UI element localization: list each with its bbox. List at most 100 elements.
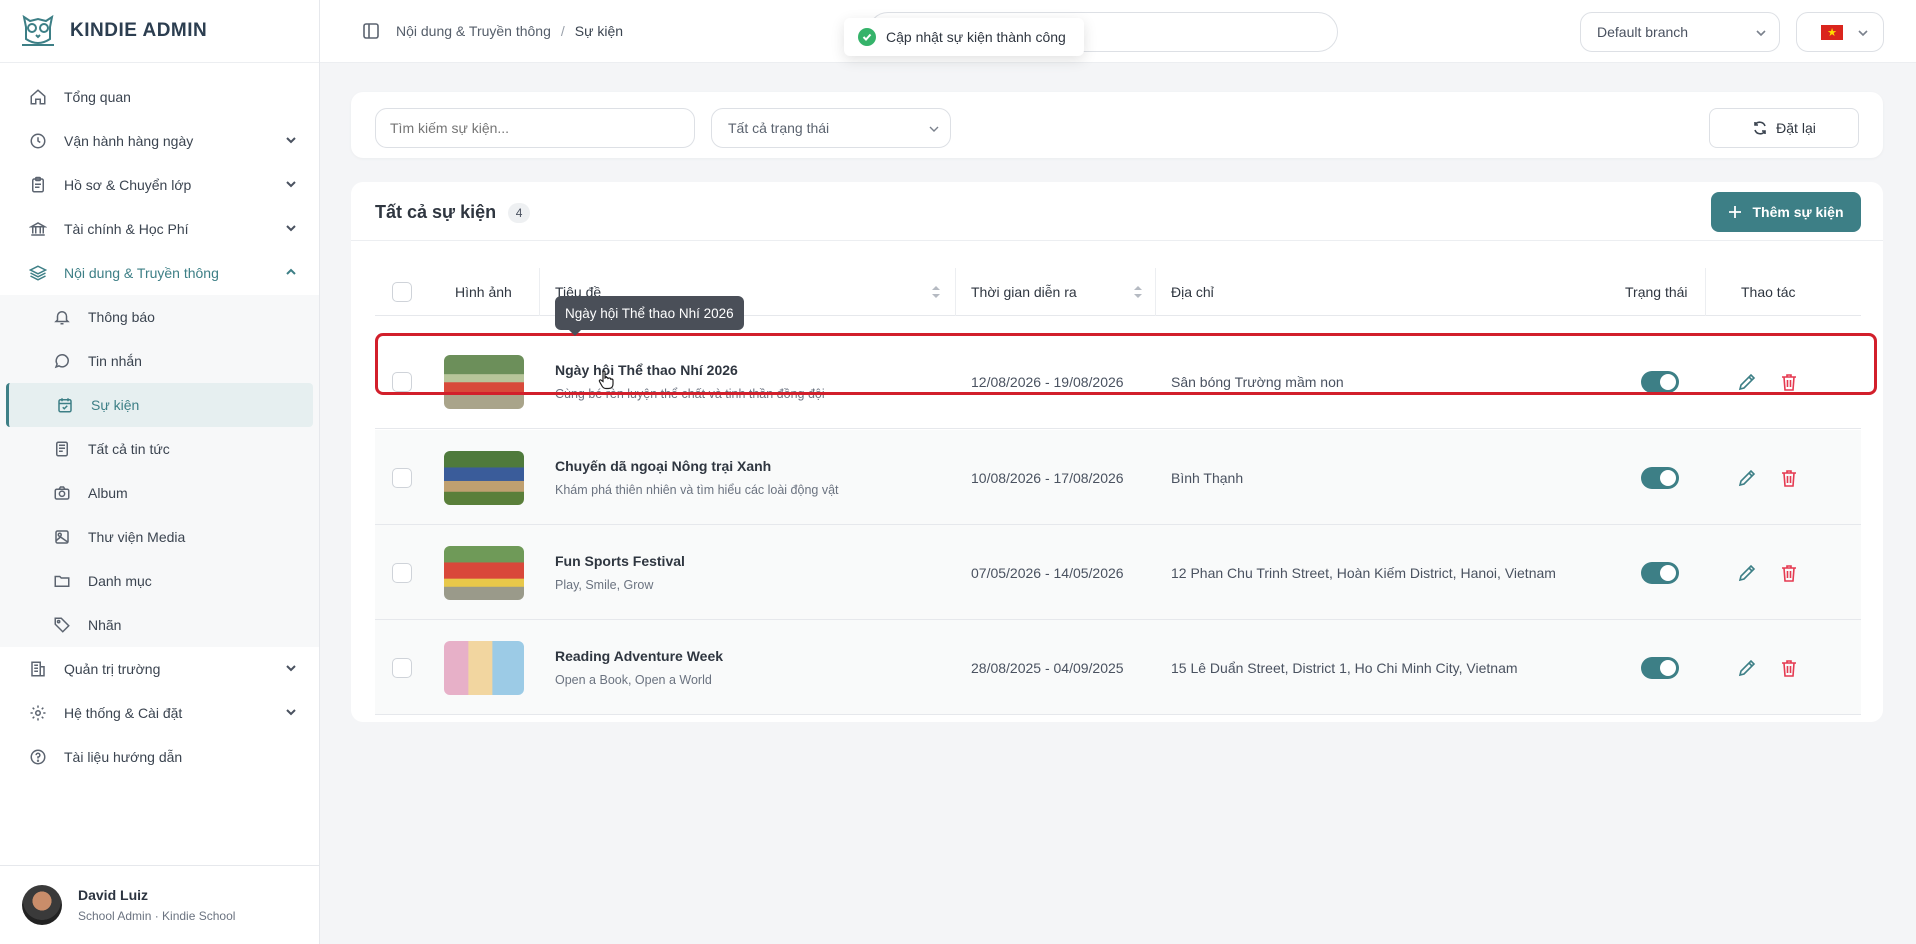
event-title[interactable]: Chuyến dã ngoại Nông trại Xanh — [555, 458, 771, 474]
trash-icon[interactable] — [1779, 468, 1799, 488]
brand[interactable]: KINDIE ADMIN — [0, 0, 319, 63]
sidebar-item-label: Album — [88, 485, 128, 501]
row-checkbox[interactable] — [392, 657, 412, 678]
trash-icon[interactable] — [1779, 658, 1799, 678]
select-all-checkbox[interactable] — [392, 282, 412, 302]
sidebar-item-label: Thông báo — [88, 309, 155, 325]
sidebar-item-daily-ops[interactable]: Vận hành hàng ngày — [0, 119, 319, 163]
status-toggle[interactable] — [1641, 466, 1679, 489]
chevron-down-icon — [286, 181, 296, 188]
sidebar-item-label: Sự kiện — [91, 397, 140, 413]
event-address: 12 Phan Chu Trinh Street, Hoàn Kiếm Dist… — [1171, 564, 1556, 581]
column-address: Địa chỉ — [1171, 284, 1214, 300]
trash-icon[interactable] — [1779, 563, 1799, 583]
event-time: 10/08/2026 - 17/08/2026 — [971, 469, 1124, 486]
user-profile[interactable]: David Luiz School Admin · Kindie School — [0, 865, 319, 944]
column-time[interactable]: Thời gian diễn ra — [971, 268, 1143, 316]
help-icon — [28, 747, 48, 767]
status-toggle[interactable] — [1641, 656, 1679, 679]
table-row[interactable]: Reading Adventure Week Open a Book, Open… — [375, 620, 1861, 715]
event-title[interactable]: Fun Sports Festival — [555, 553, 685, 569]
sidebar-item-label: Tin nhắn — [88, 353, 142, 369]
sidebar-item-media-library[interactable]: Thư viện Media — [0, 515, 319, 559]
sidebar-item-categories[interactable]: Danh mục — [0, 559, 319, 603]
filter-bar: Tất cả trạng thái Đặt lại — [351, 92, 1883, 158]
hand-cursor-icon — [598, 370, 614, 390]
edit-icon[interactable] — [1737, 658, 1757, 678]
language-select[interactable]: ★ — [1796, 12, 1884, 52]
clipboard-icon — [28, 175, 48, 195]
sidebar-item-label: Tổng quan — [64, 89, 131, 105]
event-thumbnail — [444, 545, 524, 600]
clock-icon — [28, 131, 48, 151]
reset-button-label: Đặt lại — [1776, 120, 1816, 136]
event-thumbnail — [444, 450, 524, 505]
list-title: Tất cả sự kiện — [375, 202, 497, 222]
sidebar-item-notifications[interactable]: Thông báo — [0, 295, 319, 339]
table-row[interactable]: Fun Sports Festival Play, Smile, Grow 07… — [375, 525, 1861, 620]
event-search-input[interactable] — [375, 108, 695, 148]
sidebar-item-all-news[interactable]: Tất cả tin tức — [0, 427, 319, 471]
row-checkbox[interactable] — [392, 467, 412, 488]
list-header: Tất cả sự kiện 4 — [375, 202, 531, 223]
sidebar-item-label: Quản trị trường — [64, 661, 161, 677]
sidebar-item-content[interactable]: Nội dung & Truyền thông — [0, 251, 319, 295]
sidebar-item-label: Tài chính & Học Phí — [64, 221, 189, 237]
sidebar-item-records[interactable]: Hồ sơ & Chuyển lớp — [0, 163, 319, 207]
breadcrumb-separator: / — [560, 23, 565, 39]
success-toast: Cập nhật sự kiện thành công — [844, 18, 1084, 56]
sidebar: KINDIE ADMIN Tổng quan Vận hành hàng ngà… — [0, 0, 320, 944]
sidebar-item-overview[interactable]: Tổng quan — [0, 75, 319, 119]
sidebar-item-docs[interactable]: Tài liệu hướng dẫn — [0, 735, 319, 779]
avatar — [22, 885, 62, 925]
edit-icon[interactable] — [1737, 563, 1757, 583]
owl-logo-icon — [22, 14, 54, 46]
row-checkbox[interactable] — [392, 562, 412, 583]
event-subtitle: Play, Smile, Grow — [555, 578, 654, 592]
breadcrumb: Nội dung & Truyền thông / Sự kiện — [362, 22, 623, 40]
user-name: David Luiz — [78, 887, 149, 903]
sidebar-item-label: Tài liệu hướng dẫn — [64, 749, 183, 765]
tag-icon — [52, 615, 72, 635]
sidebar-item-label: Thư viện Media — [88, 529, 186, 545]
sidebar-item-album[interactable]: Album — [0, 471, 319, 515]
home-icon — [28, 87, 48, 107]
chevron-down-icon — [286, 225, 296, 232]
column-status: Trạng thái — [1625, 284, 1688, 300]
layers-icon — [28, 263, 48, 283]
status-toggle[interactable] — [1641, 561, 1679, 584]
sidebar-item-finance[interactable]: Tài chính & Học Phí — [0, 207, 319, 251]
sidebar-item-settings[interactable]: Hệ thống & Cài đặt — [0, 691, 319, 735]
sidebar-item-school-admin[interactable]: Quản trị trường — [0, 647, 319, 691]
content-submenu: Thông báo Tin nhắn Sự kiện Tất cả tin tứ… — [0, 295, 319, 647]
add-event-button[interactable]: Thêm sự kiện — [1711, 192, 1861, 232]
edit-icon[interactable] — [1737, 468, 1757, 488]
sidebar-item-messages[interactable]: Tin nhắn — [0, 339, 319, 383]
event-address: 15 Lê Duẩn Street, District 1, Ho Chi Mi… — [1171, 659, 1518, 676]
sidebar-item-label: Tất cả tin tức — [88, 441, 170, 457]
reset-button[interactable]: Đặt lại — [1709, 108, 1859, 148]
sidebar-item-label: Vận hành hàng ngày — [64, 133, 194, 149]
event-title[interactable]: Reading Adventure Week — [555, 648, 723, 664]
column-actions: Thao tác — [1741, 284, 1796, 300]
bell-icon — [52, 307, 72, 327]
sidebar-item-events[interactable]: Sự kiện — [6, 383, 313, 427]
title-tooltip: Ngày hội Thể thao Nhí 2026 — [555, 296, 744, 336]
refresh-icon — [1754, 121, 1766, 135]
breadcrumb-parent[interactable]: Nội dung & Truyền thông — [396, 23, 551, 39]
event-address: Bình Thạnh — [1171, 469, 1244, 486]
sidebar-item-label: Danh mục — [88, 573, 152, 589]
table-row[interactable]: Chuyến dã ngoại Nông trại Xanh Khám phá … — [375, 430, 1861, 525]
event-time: 07/05/2026 - 14/05/2026 — [971, 564, 1124, 581]
camera-icon — [52, 483, 72, 503]
branch-select[interactable]: Default branch — [1580, 12, 1780, 52]
status-filter-value: Tất cả trạng thái — [728, 120, 830, 136]
topbar: Nội dung & Truyền thông / Sự kiện Cập nh… — [320, 0, 1916, 63]
event-subtitle: Khám phá thiên nhiên và tìm hiểu các loà… — [555, 483, 839, 497]
add-event-label: Thêm sự kiện — [1752, 204, 1844, 220]
chevron-down-icon — [1756, 30, 1766, 37]
sidebar-item-tags[interactable]: Nhãn — [0, 603, 319, 647]
sidebar-toggle-icon[interactable] — [362, 22, 380, 40]
image-icon — [52, 527, 72, 547]
status-filter-select[interactable]: Tất cả trạng thái — [711, 108, 951, 148]
